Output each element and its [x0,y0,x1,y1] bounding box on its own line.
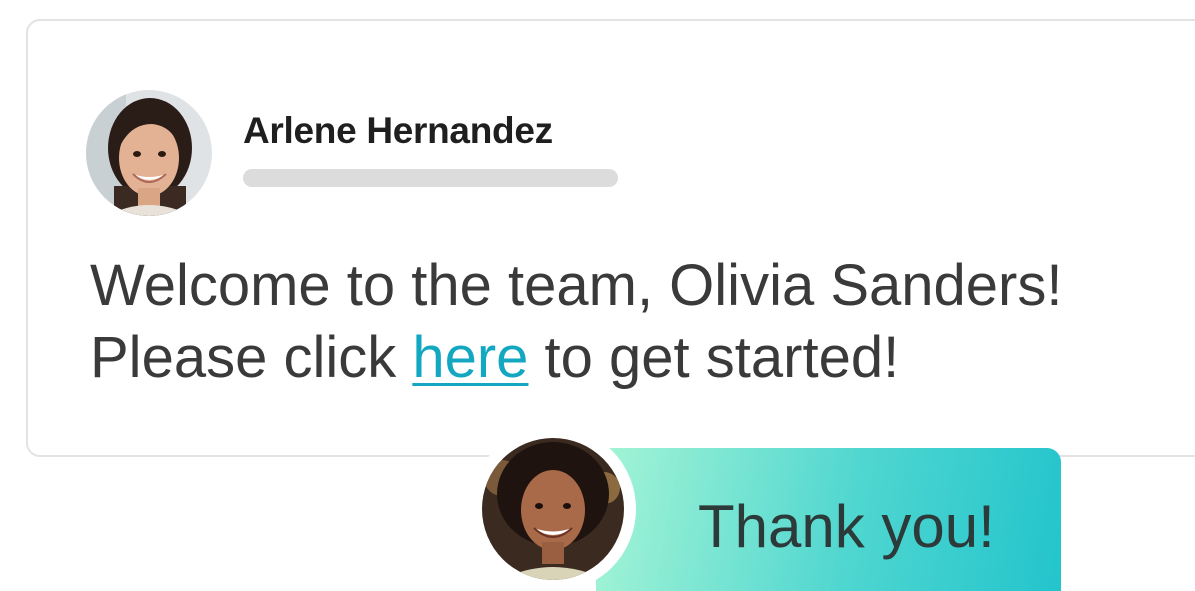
sender-name: Arlene Hernandez [243,110,553,151]
message-body: Welcome to the team, Olivia Sanders! Ple… [90,250,1180,394]
message-line-1: Welcome to the team, Olivia Sanders! [90,253,1063,318]
message-line-2-end: to get started! [528,325,900,390]
user-avatar-icon [482,438,624,580]
get-started-link[interactable]: here [412,325,528,390]
reply-avatar[interactable] [482,438,624,580]
chat-stage: Arlene Hernandez Welcome to the team, Ol… [0,0,1195,591]
reply-text: Thank you! [698,493,995,560]
user-avatar-icon [86,90,212,216]
sender-avatar[interactable] [86,90,212,216]
message-meta-placeholder [243,169,618,187]
message-line-2: Please click here to get started! [90,322,1180,394]
message-line-2-start: Please click [90,325,413,390]
